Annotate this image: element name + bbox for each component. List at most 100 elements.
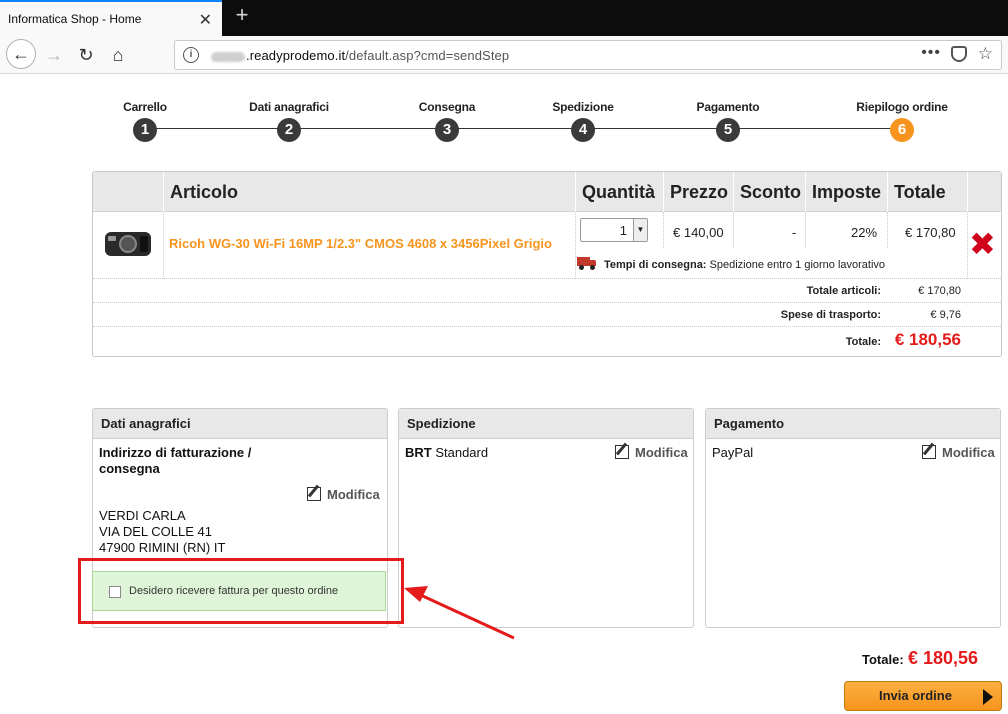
item-tax: 22%	[851, 225, 878, 240]
url-path: /default.asp?cmd=sendStep	[345, 48, 510, 63]
step-label: Pagamento	[696, 100, 760, 114]
column-divider	[887, 212, 888, 248]
step-number: 1	[133, 118, 157, 142]
shipping-service: Standard	[431, 445, 489, 460]
step-number: 3	[435, 118, 459, 142]
column-divider	[663, 212, 664, 248]
column-divider	[967, 212, 968, 279]
remove-item-icon[interactable]: ✖	[969, 228, 996, 260]
header-actions	[967, 172, 1001, 212]
summary-articles-row: Totale articoli: € 170,80	[93, 279, 1001, 303]
summary-shipping-label: Spese di trasporto:	[780, 309, 881, 321]
billing-name: VERDI CARLA	[99, 508, 186, 523]
step-personal-data[interactable]: Dati anagrafici 2	[229, 100, 349, 142]
shipping-method: BRT Standard	[405, 445, 488, 460]
step-shipping[interactable]: Spedizione 4	[523, 100, 643, 142]
browser-tabbar: Informatica Shop - Home ✕ +	[0, 0, 1008, 36]
step-label: Consegna	[418, 100, 476, 114]
shipping-edit-link[interactable]: Modifica	[615, 445, 688, 460]
item-total: € 170,80	[905, 225, 956, 240]
step-number: 2	[277, 118, 301, 142]
pocket-icon[interactable]	[951, 46, 967, 62]
billing-edit-link[interactable]: Modifica	[307, 487, 380, 502]
summary-articles-value: € 170,80	[918, 285, 961, 297]
summary-total-value: € 180,56	[894, 330, 961, 349]
browser-tab[interactable]: Informatica Shop - Home ✕	[0, 0, 222, 36]
payment-box-title: Pagamento	[706, 409, 1000, 439]
header-quantity: Quantità	[575, 172, 663, 212]
header-article: Articolo	[163, 172, 575, 212]
summary-articles-label: Totale articoli:	[806, 285, 881, 297]
step-number: 5	[716, 118, 740, 142]
submit-order-label: Invia ordine	[879, 688, 952, 703]
forward-arrow-icon[interactable]: →	[40, 41, 68, 69]
column-divider	[575, 212, 576, 279]
quantity-value: 1	[619, 223, 627, 238]
edit-icon	[307, 487, 321, 501]
summary-shipping-value: € 9,76	[930, 309, 961, 321]
product-name-link[interactable]: Ricoh WG-30 Wi-Fi 16MP 1/2.3" CMOS 4608 …	[169, 236, 552, 251]
grand-total-label: Totale:	[862, 652, 904, 667]
shipping-box-title: Spedizione	[399, 409, 693, 439]
new-tab-icon[interactable]: +	[232, 4, 252, 28]
truck-icon	[577, 257, 597, 270]
billing-subtitle: Indirizzo di fatturazione / consegna	[99, 445, 252, 476]
submit-order-button[interactable]: Invia ordine	[844, 681, 1002, 711]
delivery-text: Spedizione entro 1 giorno lavorativo	[706, 259, 886, 271]
edit-icon	[615, 445, 629, 459]
bookmark-star-icon[interactable]: ☆	[978, 44, 993, 64]
edit-label: Modifica	[942, 445, 995, 460]
step-order-summary: Riepilogo ordine 6	[842, 100, 962, 142]
summary-total-label: Totale:	[845, 336, 881, 348]
step-label: Spedizione	[552, 100, 614, 114]
edit-icon	[922, 445, 936, 459]
column-divider	[163, 212, 164, 279]
url-text[interactable]: .readyprodemo.it/default.asp?cmd=sendSte…	[211, 48, 509, 63]
chevron-down-icon[interactable]: ▼	[633, 219, 647, 241]
header-total: Totale	[887, 172, 967, 212]
shipping-carrier: BRT	[405, 445, 432, 460]
step-cart[interactable]: Carrello 1	[85, 100, 205, 142]
grand-total-value: € 180,56	[908, 648, 979, 668]
header-discount: Sconto	[733, 172, 805, 212]
edit-label: Modifica	[327, 487, 380, 502]
back-arrow-icon[interactable]: ←	[6, 39, 36, 69]
summary-shipping-row: Spese di trasporto: € 9,76	[93, 303, 1001, 327]
payment-edit-link[interactable]: Modifica	[922, 445, 995, 460]
edit-label: Modifica	[635, 445, 688, 460]
url-bar[interactable]: i .readyprodemo.it/default.asp?cmd=sendS…	[174, 40, 1002, 70]
header-price: Prezzo	[663, 172, 733, 212]
home-icon[interactable]: ⌂	[104, 41, 132, 69]
step-delivery[interactable]: Consegna 3	[387, 100, 507, 142]
billing-street: VIA DEL COLLE 41	[99, 524, 212, 539]
step-label: Carrello	[123, 100, 167, 114]
reload-icon[interactable]: ↻	[72, 41, 100, 69]
payment-box: Pagamento PayPal Modifica	[705, 408, 1001, 628]
item-discount: -	[792, 225, 797, 240]
step-label: Dati anagrafici	[249, 100, 329, 114]
quantity-select[interactable]: 1 ▼	[580, 218, 648, 242]
site-info-icon[interactable]: i	[183, 47, 199, 63]
header-tax: Imposte	[805, 172, 887, 212]
payment-method: PayPal	[712, 445, 754, 460]
delivery-label: Tempi di consegna:	[604, 259, 707, 271]
cart-header-row: Articolo Quantità Prezzo Sconto Imposte …	[93, 172, 1001, 212]
step-number: 4	[571, 118, 595, 142]
tab-title: Informatica Shop - Home	[8, 12, 142, 26]
step-label: Riepilogo ordine	[856, 100, 948, 114]
annotation-arrow-icon	[404, 586, 515, 640]
highlight-frame	[78, 558, 404, 624]
url-host: .readyprodemo.it	[246, 48, 346, 63]
step-payment[interactable]: Pagamento 5	[668, 100, 788, 142]
product-thumbnail[interactable]	[105, 232, 151, 256]
cart-item-row: Ricoh WG-30 Wi-Fi 16MP 1/2.3" CMOS 4608 …	[93, 212, 1001, 279]
column-divider	[805, 212, 806, 248]
step-number-active: 6	[890, 118, 914, 142]
close-tab-icon[interactable]: ✕	[199, 10, 212, 30]
page-actions-icon[interactable]: •••	[921, 44, 941, 62]
summary-total-row: Totale: € 180,56	[93, 327, 1001, 357]
item-price: € 140,00	[673, 225, 724, 240]
delivery-time: Tempi di consegna: Spedizione entro 1 gi…	[604, 259, 885, 271]
browser-navbar: ← → ↻ ⌂ i .readyprodemo.it/default.asp?c…	[0, 36, 1008, 74]
redacted-subdomain	[211, 51, 245, 62]
